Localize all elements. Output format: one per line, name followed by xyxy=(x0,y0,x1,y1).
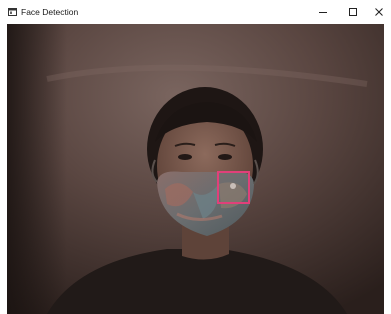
minimize-icon xyxy=(319,12,327,13)
webcam-frame xyxy=(7,24,384,314)
maximize-icon xyxy=(349,8,357,16)
mask-highlight xyxy=(230,183,236,189)
left-shadow xyxy=(7,24,67,314)
right-eye xyxy=(218,154,232,160)
minimize-button[interactable] xyxy=(308,0,338,24)
app-window-icon xyxy=(8,8,17,16)
title-bar[interactable]: Face Detection xyxy=(0,0,391,24)
close-icon xyxy=(375,8,383,16)
face-detection-window: Face Detection xyxy=(0,0,391,314)
window-title: Face Detection xyxy=(21,7,79,17)
camera-feed xyxy=(7,24,384,314)
close-button[interactable] xyxy=(364,0,391,24)
left-eye xyxy=(178,154,192,160)
